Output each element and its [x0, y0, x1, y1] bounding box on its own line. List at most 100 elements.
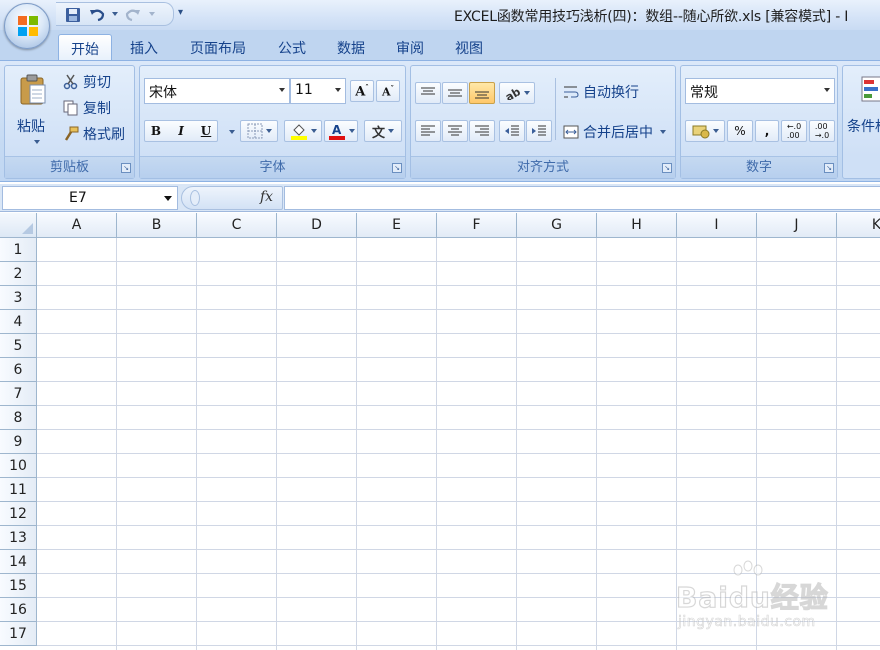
customize-qat-icon[interactable]: ▾ [178, 7, 183, 18]
decrease-indent-button[interactable] [499, 120, 525, 142]
redo-icon[interactable] [124, 6, 142, 24]
row-header-15[interactable]: 15 [0, 574, 37, 598]
font-color-icon: A [328, 123, 345, 140]
row-header-13[interactable]: 13 [0, 526, 37, 550]
bold-button[interactable]: B [145, 121, 167, 141]
row-header-5[interactable]: 5 [0, 334, 37, 358]
column-header-c[interactable]: C [197, 213, 277, 238]
shrink-font-button[interactable]: Aˇ [376, 80, 400, 102]
name-box[interactable]: E7 [2, 186, 178, 210]
font-color-button[interactable]: A [324, 120, 358, 142]
phonetic-button[interactable]: 文 [364, 120, 402, 142]
increase-decimal-button[interactable]: ←.0.00 [781, 120, 807, 142]
column-header-j[interactable]: J [757, 213, 837, 238]
row-header-1[interactable]: 1 [0, 238, 37, 262]
insert-function-icon[interactable]: fx [260, 189, 273, 205]
alignment-launcher-icon[interactable]: ↘ [662, 163, 672, 173]
number-format-dropdown-icon[interactable] [824, 88, 830, 92]
accounting-dropdown-icon[interactable] [712, 129, 719, 133]
name-box-dropdown-icon[interactable] [164, 196, 172, 201]
row-header-11[interactable]: 11 [0, 478, 37, 502]
tab-page-layout[interactable]: 页面布局 [178, 34, 258, 60]
row-header-3[interactable]: 3 [0, 286, 37, 310]
column-header-b[interactable]: B [117, 213, 197, 238]
row-header-4[interactable]: 4 [0, 310, 37, 334]
tab-review[interactable]: 审阅 [384, 34, 436, 60]
formula-input[interactable] [284, 186, 880, 210]
font-launcher-icon[interactable]: ↘ [392, 163, 402, 173]
formula-bar-handle-icon[interactable] [190, 190, 200, 206]
font-color-dropdown-icon[interactable] [348, 129, 355, 133]
align-top-button[interactable] [415, 82, 441, 104]
column-header-k[interactable]: K [837, 213, 880, 238]
number-launcher-icon[interactable]: ↘ [824, 163, 834, 173]
undo-icon[interactable] [88, 6, 106, 24]
number-format-combo[interactable]: 常规 [685, 78, 835, 104]
fill-color-button[interactable] [284, 120, 322, 142]
format-painter-button[interactable]: 格式刷 [63, 124, 125, 144]
accounting-format-button[interactable] [685, 120, 725, 142]
paste-button[interactable]: 粘贴 [11, 70, 55, 154]
select-all-button[interactable] [0, 213, 37, 238]
tab-formulas[interactable]: 公式 [266, 34, 318, 60]
fill-color-dropdown-icon[interactable] [310, 129, 317, 133]
row-header-12[interactable]: 12 [0, 502, 37, 526]
italic-button[interactable]: I [170, 121, 192, 141]
row-header-9[interactable]: 9 [0, 430, 37, 454]
conditional-formatting-button[interactable]: 条件格 [843, 70, 880, 154]
underline-dropdown-icon[interactable] [229, 130, 235, 134]
redo-dropdown-icon[interactable] [149, 12, 155, 16]
paste-dropdown-icon[interactable] [34, 140, 40, 144]
tab-view[interactable]: 视图 [442, 34, 496, 60]
percent-button[interactable]: % [727, 120, 753, 142]
decrease-decimal-button[interactable]: .00 →.0 [809, 120, 835, 142]
row-header-14[interactable]: 14 [0, 550, 37, 574]
font-size-dropdown-icon[interactable] [335, 88, 341, 92]
tab-insert[interactable]: 插入 [118, 34, 170, 60]
column-header-d[interactable]: D [277, 213, 357, 238]
column-header-h[interactable]: H [597, 213, 677, 238]
tab-home[interactable]: 开始 [58, 34, 112, 60]
merge-center-button[interactable]: 合并后居中 [563, 122, 666, 142]
phonetic-dropdown-icon[interactable] [388, 129, 394, 133]
row-header-17[interactable]: 17 [0, 622, 37, 646]
row-header-6[interactable]: 6 [0, 358, 37, 382]
comma-style-button[interactable]: , [755, 120, 779, 142]
font-name-combo[interactable]: 宋体 [144, 78, 290, 104]
copy-button[interactable]: 复制 [63, 98, 111, 118]
row-header-2[interactable]: 2 [0, 262, 37, 286]
clipboard-launcher-icon[interactable]: ↘ [121, 163, 131, 173]
column-header-e[interactable]: E [357, 213, 437, 238]
column-header-f[interactable]: F [437, 213, 517, 238]
undo-dropdown-icon[interactable] [112, 12, 118, 16]
align-middle-button[interactable] [442, 82, 468, 104]
merge-center-dropdown-icon[interactable] [660, 130, 666, 134]
column-header-i[interactable]: I [677, 213, 757, 238]
column-header-g[interactable]: G [517, 213, 597, 238]
tab-data[interactable]: 数据 [326, 34, 376, 60]
copy-icon [63, 100, 78, 116]
orientation-button[interactable]: ab [499, 82, 535, 104]
underline-icon: U [200, 124, 212, 138]
cut-button[interactable]: 剪切 [63, 72, 111, 92]
increase-indent-button[interactable] [526, 120, 552, 142]
row-header-7[interactable]: 7 [0, 382, 37, 406]
grow-font-button[interactable]: Aˆ [350, 80, 374, 102]
save-icon[interactable] [64, 6, 82, 24]
align-right-button[interactable] [469, 120, 495, 142]
align-left-button[interactable] [415, 120, 441, 142]
align-center-button[interactable] [442, 120, 468, 142]
borders-button[interactable] [240, 120, 278, 142]
wrap-text-button[interactable]: 自动换行 [563, 82, 639, 102]
align-bottom-button[interactable] [469, 82, 495, 104]
orientation-dropdown-icon[interactable] [523, 91, 530, 95]
row-header-8[interactable]: 8 [0, 406, 37, 430]
office-button[interactable] [4, 3, 50, 49]
row-header-10[interactable]: 10 [0, 454, 37, 478]
column-header-a[interactable]: A [37, 213, 117, 238]
font-size-combo[interactable]: 11 [290, 78, 346, 104]
borders-dropdown-icon[interactable] [265, 129, 272, 133]
row-header-16[interactable]: 16 [0, 598, 37, 622]
font-name-dropdown-icon[interactable] [279, 88, 285, 92]
underline-button[interactable]: U [196, 121, 216, 141]
